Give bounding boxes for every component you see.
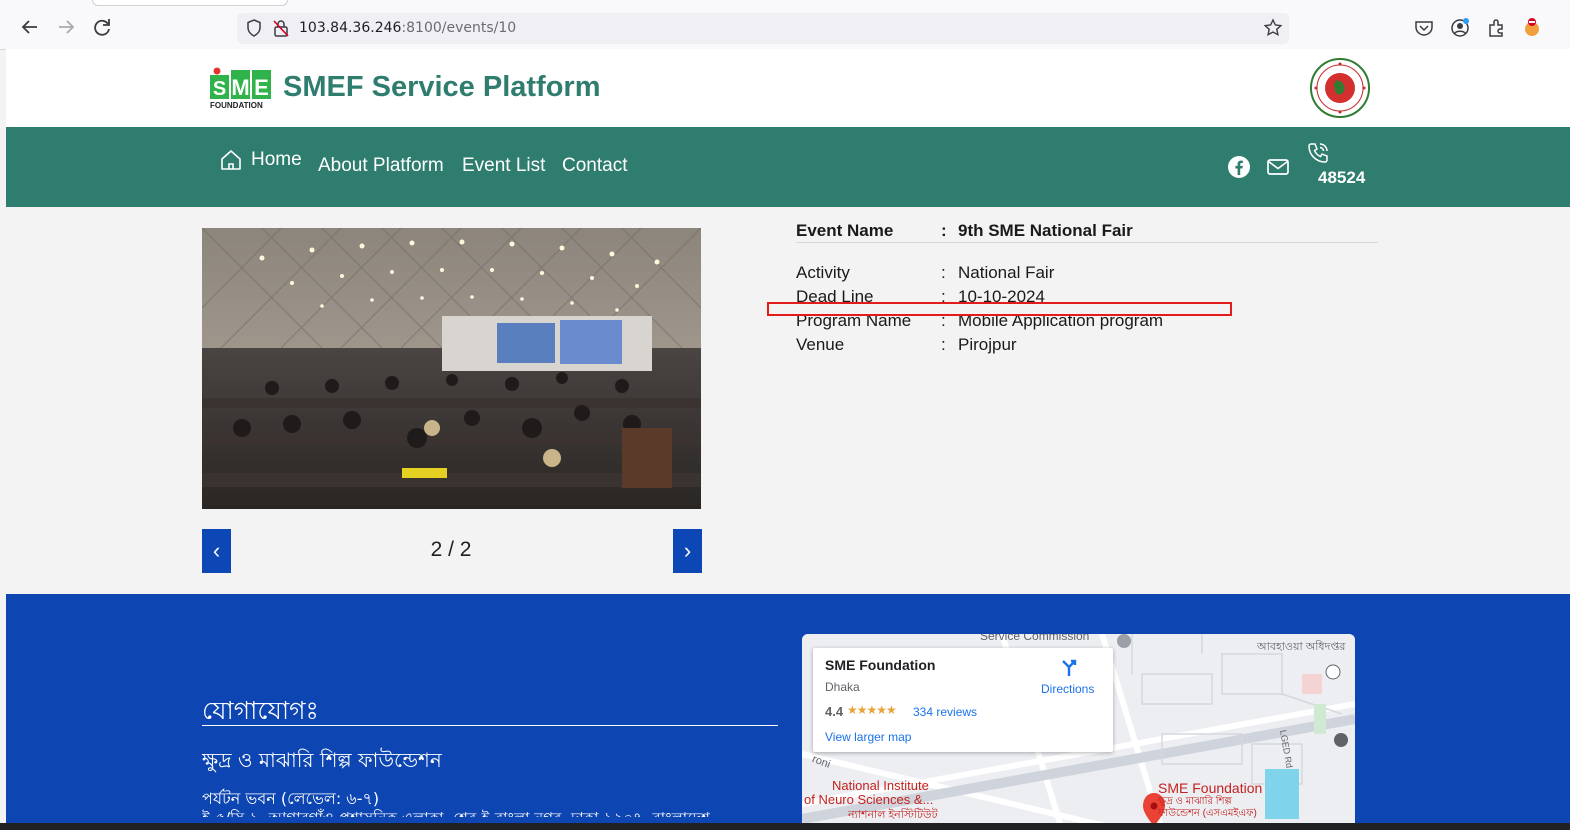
url-path: :8100/events/10 <box>401 20 517 36</box>
nav-event-list[interactable]: Event List <box>462 155 545 177</box>
extension-badge-icon[interactable] <box>1521 17 1543 39</box>
url-text[interactable]: 103.84.36.246:8100/events/10 <box>299 20 516 36</box>
browser-toolbar: 103.84.36.246:8100/events/10 <box>0 0 1570 50</box>
home-icon[interactable] <box>219 148 243 172</box>
site-footer: যোগাযোগঃ ক্ষুদ্র ও মাঝারি শিল্প ফাউন্ডেশ… <box>6 594 1570 830</box>
site-header: S M E FOUNDATION SMEF Service Platform <box>6 49 1570 127</box>
map-label: of Neuro Sciences &... <box>804 792 934 807</box>
shield-icon[interactable] <box>244 18 264 38</box>
back-icon[interactable] <box>17 14 43 40</box>
field-value: National Fair <box>958 263 1055 282</box>
pocket-icon[interactable] <box>1413 17 1435 39</box>
reload-icon[interactable] <box>89 14 115 40</box>
event-name-label: Event Name <box>796 221 894 240</box>
mail-icon[interactable] <box>1266 155 1290 179</box>
divider <box>796 242 1378 243</box>
bookmark-star-icon[interactable] <box>1263 18 1283 38</box>
separator: : <box>941 263 946 282</box>
map-label: আবহাওয়া অধিদপ্তর <box>1257 641 1346 653</box>
browser-tab[interactable] <box>92 0 288 6</box>
slide-counter: 2 / 2 <box>430 538 472 561</box>
annotation-highlight-box <box>767 302 1232 316</box>
phone-icon[interactable] <box>1306 141 1330 165</box>
prev-slide-button[interactable]: ‹ <box>202 529 231 573</box>
place-name: SME Foundation <box>825 657 936 673</box>
contact-heading: যোগাযোগঃ <box>202 696 319 725</box>
event-name-value: 9th SME National Fair <box>958 221 1133 240</box>
place-city: Dhaka <box>825 680 860 694</box>
field-label: Venue <box>796 335 845 354</box>
url-host: 103.84.36.246 <box>299 20 402 36</box>
site-title: SMEF Service Platform <box>283 71 601 103</box>
google-map-embed[interactable]: Service Commission আবহাওয়া অধিদপ্তর LGE… <box>802 634 1355 830</box>
separator: : <box>941 335 946 354</box>
svg-text:E: E <box>254 75 269 100</box>
map-label: Service Commission <box>980 634 1090 643</box>
bangladesh-govt-seal-icon <box>1310 58 1370 118</box>
address-line-2: ই-৫/সি-১, আগারগাঁও প্রশাসনিক এলাকা, শের-… <box>202 807 762 817</box>
facebook-icon[interactable] <box>1227 155 1251 179</box>
map-place-card: SME Foundation Dhaka 4.4 ★★★★★ 334 revie… <box>813 648 1113 752</box>
view-larger-map-link[interactable]: View larger map <box>825 730 911 744</box>
nav-home[interactable]: Home <box>251 149 302 171</box>
map-pin-label: ফাউন্ডেশন (এসএমইএফ) <box>1158 808 1257 819</box>
org-name: ক্ষুদ্র ও মাঝারি শিল্প ফাউন্ডেশন <box>202 748 442 772</box>
account-icon[interactable] <box>1449 17 1471 39</box>
svg-text:S: S <box>213 78 226 100</box>
divider <box>202 725 778 726</box>
map-label: National Institute <box>832 778 929 793</box>
event-photo <box>202 228 701 509</box>
url-bar[interactable]: 103.84.36.246:8100/events/10 <box>237 13 1289 44</box>
nav-contact[interactable]: Contact <box>562 155 627 177</box>
field-value: Pirojpur <box>958 335 1017 354</box>
taskbar-strip <box>0 823 1570 830</box>
main-navbar: Home About Platform Event List Contact 4… <box>6 127 1570 207</box>
field-label: Activity <box>796 263 850 282</box>
separator: : <box>941 221 947 240</box>
svg-text:FOUNDATION: FOUNDATION <box>210 101 263 109</box>
place-rating: 4.4 <box>825 704 844 719</box>
next-slide-button[interactable]: › <box>673 529 702 573</box>
forward-icon[interactable] <box>53 14 79 40</box>
extensions-icon[interactable] <box>1485 17 1507 39</box>
sme-logo[interactable]: S M E FOUNDATION <box>210 67 272 110</box>
phone-number[interactable]: 48524 <box>1318 168 1365 188</box>
rating-stars-icon: ★★★★★ <box>847 703 897 717</box>
reviews-link[interactable]: 334 reviews <box>913 705 977 719</box>
svg-text:M: M <box>231 75 249 100</box>
directions-link[interactable]: Directions <box>1041 682 1094 696</box>
directions-icon[interactable] <box>1058 656 1080 678</box>
insecure-lock-icon[interactable] <box>271 18 291 38</box>
nav-about[interactable]: About Platform <box>318 155 444 177</box>
page: S M E FOUNDATION SMEF Service Platform H… <box>6 49 1570 830</box>
